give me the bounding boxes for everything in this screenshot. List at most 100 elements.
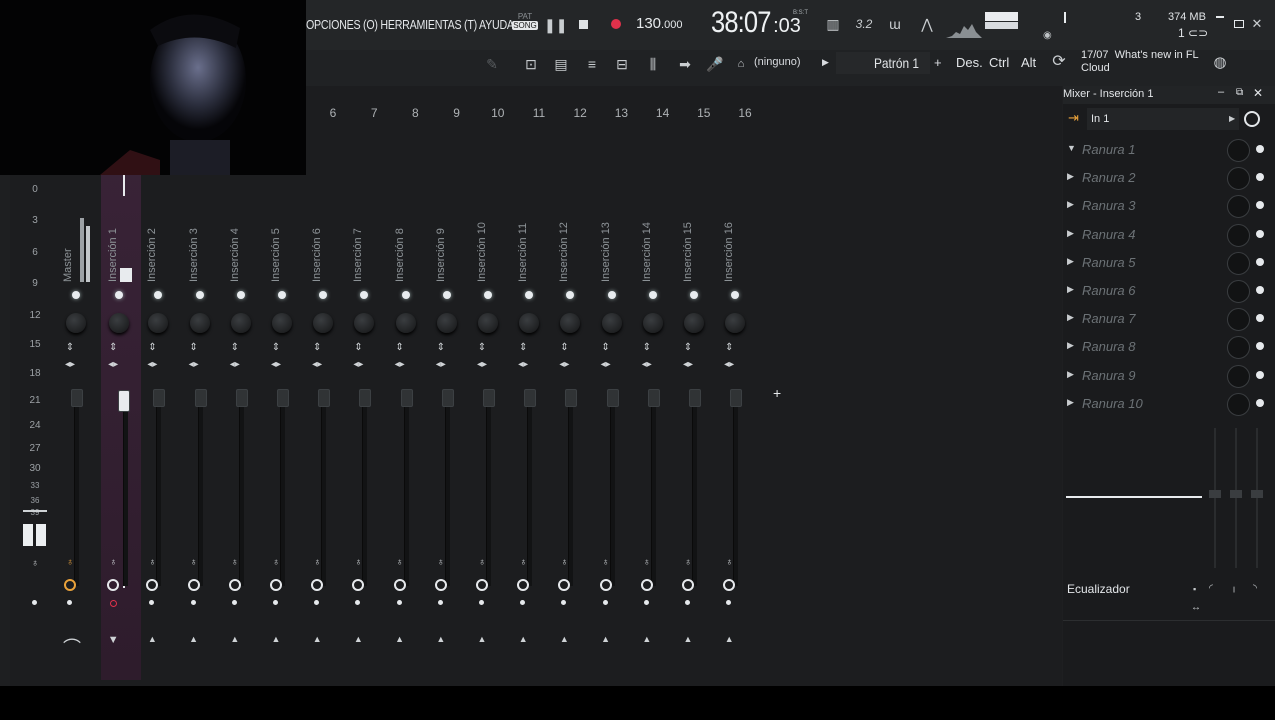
pencil-icon[interactable]: ✎ bbox=[477, 54, 507, 74]
insert-strip[interactable]: Inserción 7 ⇕ ◂▸ ♁ ▲ bbox=[346, 86, 386, 680]
strip-enable-led[interactable] bbox=[278, 291, 286, 299]
volume-fader[interactable] bbox=[118, 390, 131, 412]
piano-roll-icon[interactable]: ≡ bbox=[582, 54, 602, 74]
slot-mix-knob[interactable] bbox=[1227, 364, 1250, 388]
input-routing-icon[interactable]: ♁ bbox=[145, 557, 159, 568]
slot-mix-knob[interactable] bbox=[1227, 167, 1250, 191]
pan-knob[interactable] bbox=[436, 313, 457, 333]
strip-enable-led[interactable] bbox=[731, 291, 740, 299]
volume-fader[interactable] bbox=[483, 389, 495, 407]
swap-channels-icon[interactable]: ◂▸ bbox=[640, 359, 654, 370]
swap-channels-icon[interactable]: ◂▸ bbox=[63, 359, 77, 370]
record-arm-dot[interactable] bbox=[437, 600, 443, 605]
volume-fader[interactable] bbox=[565, 389, 578, 407]
pan-knob[interactable] bbox=[230, 313, 251, 333]
stereo-separation-icon[interactable]: ⇕ bbox=[722, 342, 736, 353]
send-arrow[interactable]: ▲ bbox=[310, 634, 324, 644]
strip-enable-led[interactable] bbox=[319, 291, 328, 299]
stereo-separation-icon[interactable]: ⇕ bbox=[393, 342, 407, 353]
volume-fader[interactable] bbox=[689, 389, 701, 407]
send-arrow[interactable]: ▲ bbox=[516, 634, 530, 644]
volume-fader[interactable] bbox=[441, 389, 454, 407]
eq-band-mid[interactable] bbox=[1230, 490, 1242, 498]
slot-collapsed-icon[interactable]: ▶ bbox=[1067, 228, 1074, 239]
clock-icon[interactable] bbox=[1244, 111, 1260, 127]
strip-enable-led[interactable] bbox=[648, 291, 657, 299]
send-arrow[interactable]: ▲ bbox=[599, 634, 613, 644]
swap-channels-icon[interactable]: ◂▸ bbox=[228, 359, 242, 370]
insert-strip[interactable]: Inserción 11 ⇕ ◂▸ ♁ ▲ bbox=[511, 86, 551, 680]
pan-knob[interactable] bbox=[354, 313, 375, 333]
slot-mix-knob[interactable] bbox=[1227, 223, 1250, 247]
latency-clock-icon[interactable] bbox=[682, 579, 694, 591]
maximize-icon[interactable] bbox=[1234, 20, 1244, 28]
eq-knob-high[interactable]: ◝ bbox=[1253, 583, 1257, 594]
mixer-icon[interactable]: ⫼ bbox=[643, 54, 663, 74]
insert-strip[interactable]: Inserción 9 ⇕ ◂▸ ♁ ▲ bbox=[429, 86, 469, 680]
strip-enable-led[interactable] bbox=[525, 291, 534, 299]
volume-fader[interactable] bbox=[400, 389, 413, 407]
input-routing-icon[interactable]: ♁ bbox=[640, 557, 654, 568]
slot-enable-led[interactable] bbox=[1256, 229, 1264, 238]
swap-channels-icon[interactable]: ◂▸ bbox=[351, 359, 365, 370]
input-routing-icon[interactable]: ♁ bbox=[516, 557, 530, 568]
latency-clock-icon[interactable] bbox=[228, 579, 241, 591]
insert-strip[interactable]: Inserción 8 ⇕ ◂▸ ♁ ▲ bbox=[388, 86, 428, 680]
volume-fader[interactable] bbox=[235, 389, 248, 407]
add-track-button[interactable]: + bbox=[773, 385, 781, 401]
slot-enable-led[interactable] bbox=[1256, 286, 1264, 294]
latency-clock-icon[interactable] bbox=[270, 579, 282, 591]
panel-close-icon[interactable]: ✕ bbox=[1253, 86, 1263, 100]
slot-enable-led[interactable] bbox=[1256, 342, 1264, 351]
send-arrow[interactable]: ▲ bbox=[722, 634, 736, 644]
swap-channels-icon[interactable]: ◂▸ bbox=[599, 359, 613, 370]
metronome-icon[interactable]: ɯ bbox=[884, 14, 906, 34]
effect-slot[interactable]: ▶ Ranura 3 bbox=[1063, 192, 1275, 220]
strip-enable-led[interactable] bbox=[566, 291, 575, 299]
eq-band-low[interactable] bbox=[1209, 490, 1221, 498]
send-arrow[interactable]: ▲ bbox=[145, 634, 159, 644]
slot-enable-led[interactable] bbox=[1256, 398, 1264, 407]
latency-clock-icon[interactable] bbox=[146, 579, 159, 591]
volume-fader[interactable] bbox=[524, 389, 537, 407]
latency-clock-icon[interactable] bbox=[311, 579, 324, 591]
pan-knob[interactable] bbox=[395, 313, 416, 333]
effect-slot[interactable]: ▶ Ranura 4 bbox=[1063, 221, 1275, 249]
record-arm-dot[interactable] bbox=[67, 600, 72, 605]
record-arm-dot[interactable] bbox=[273, 600, 278, 605]
pat-song-toggle[interactable]: PAT SONG bbox=[512, 12, 538, 38]
pattern-add-button[interactable]: + bbox=[934, 55, 942, 70]
microphone-icon[interactable]: 🎤 bbox=[705, 54, 725, 74]
record-arm-dot[interactable] bbox=[520, 600, 526, 605]
browser-icon[interactable]: ⊟ bbox=[612, 54, 632, 74]
eq-knob-low[interactable]: ◜ bbox=[1209, 583, 1213, 594]
pattern-selector[interactable]: Patrón 1 bbox=[836, 52, 930, 74]
strip-enable-led[interactable] bbox=[484, 291, 492, 299]
effect-slot[interactable]: ▶ Ranura 2 bbox=[1063, 164, 1275, 192]
panel-minimize-icon[interactable]: – bbox=[1218, 86, 1224, 98]
slot-enable-led[interactable] bbox=[1256, 145, 1264, 153]
input-routing-icon[interactable]: ♁ bbox=[269, 557, 283, 568]
playlist-icon[interactable]: ⊡ bbox=[521, 54, 541, 74]
latency-clock-icon[interactable] bbox=[352, 579, 365, 591]
latency-clock-icon[interactable] bbox=[187, 579, 200, 591]
route-to-master-arrow[interactable]: ▼ bbox=[106, 634, 120, 646]
play-small-icon[interactable]: ▶ bbox=[822, 57, 829, 68]
slot-mix-knob[interactable] bbox=[1227, 280, 1250, 303]
latency-clock-icon[interactable] bbox=[723, 579, 736, 591]
send-arrow[interactable]: ▲ bbox=[475, 634, 489, 644]
strip-enable-led[interactable] bbox=[690, 291, 698, 299]
pan-knob[interactable] bbox=[478, 313, 498, 333]
slot-enable-led[interactable] bbox=[1256, 201, 1264, 210]
record-arm-dot[interactable] bbox=[561, 600, 567, 605]
slot-mix-knob[interactable] bbox=[1227, 139, 1250, 162]
insert-strip[interactable]: Inserción 16 ⇕ ◂▸ ♁ ▲ bbox=[717, 86, 757, 680]
eq-band-high[interactable] bbox=[1251, 490, 1263, 498]
swap-channels-icon[interactable]: ◂▸ bbox=[187, 359, 201, 370]
insert-strip[interactable]: Inserción 13 ⇕ ◂▸ ♁ ▲ bbox=[594, 86, 634, 680]
pan-knob[interactable] bbox=[601, 313, 622, 333]
record-arm-dot[interactable] bbox=[110, 600, 118, 607]
main-menu[interactable]: OPCIONES (O) HERRAMIENTAS (T) AYUDA bbox=[306, 17, 514, 32]
record-arm-dot[interactable] bbox=[231, 600, 237, 605]
volume-fader[interactable] bbox=[606, 389, 619, 407]
